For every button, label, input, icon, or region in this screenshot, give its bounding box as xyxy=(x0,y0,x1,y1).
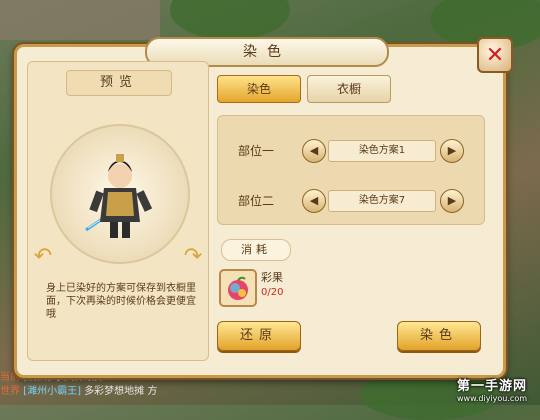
chat-text: 多彩梦想地摊 方 xyxy=(84,386,158,397)
consume-label: 消耗 xyxy=(221,239,291,261)
site-watermark: 第一手游网 www.diyiyou.com xyxy=(450,375,534,403)
part-label: 部位一 xyxy=(238,144,275,158)
chat-channel: 世界 xyxy=(0,386,20,397)
tab-dye[interactable]: 染色 xyxy=(217,75,301,103)
restore-button[interactable]: 还原 xyxy=(217,321,301,351)
item-slot[interactable] xyxy=(219,269,257,307)
part-label: 部位二 xyxy=(238,194,275,208)
fruit-icon xyxy=(228,276,248,300)
scheme-value: 染色方案7 xyxy=(328,190,436,212)
scheme-value: 染色方案1 xyxy=(328,140,436,162)
item-name: 彩果 xyxy=(261,271,283,284)
background-wall xyxy=(0,0,160,40)
rotate-left-icon[interactable]: ↶ xyxy=(32,244,54,270)
triangle-left-icon: ◀ xyxy=(309,194,319,207)
next-scheme-button[interactable]: ▶ xyxy=(440,189,464,213)
dye-button[interactable]: 染色 xyxy=(397,321,481,351)
prev-scheme-button[interactable]: ◀ xyxy=(302,189,326,213)
part-row: 部位一 ◀ 染色方案1 ▶ xyxy=(218,138,484,164)
close-x-icon: ✕ xyxy=(485,42,505,68)
chat-line[interactable]: 世界 [濉州小霸王] 多彩梦想地摊 方 xyxy=(0,382,210,397)
character-preview[interactable] xyxy=(50,124,190,264)
preview-description: 身上已染好的方案可保存到衣橱里面，下次再染的时候价格会更便宜哦 xyxy=(46,283,196,320)
tab-wardrobe[interactable]: 衣橱 xyxy=(307,75,391,103)
dye-dialog: 染色 ✕ 预览 ↶ ↷ 身上已染好的方案可保存到衣橱里面，下次再染的时候价格会更… xyxy=(14,37,513,378)
watermark-url: www.diyiyou.com xyxy=(456,394,528,403)
prev-scheme-button[interactable]: ◀ xyxy=(302,139,326,163)
preview-panel: 预览 ↶ ↷ 身上已染好的方案可保存到衣橱里面，下次再染的时候价格会更便宜哦 xyxy=(27,61,209,361)
item-count: 0/20 xyxy=(261,287,284,298)
background-tree xyxy=(170,0,290,40)
chat-sender[interactable]: [濉州小霸王] xyxy=(23,386,81,397)
parts-panel: 部位一 ◀ 染色方案1 ▶ 部位二 ◀ 染色方案7 ▶ xyxy=(217,115,485,225)
rotate-right-icon[interactable]: ↷ xyxy=(182,244,204,270)
triangle-right-icon: ▶ xyxy=(447,144,457,157)
close-button[interactable]: ✕ xyxy=(477,37,513,73)
triangle-right-icon: ▶ xyxy=(447,194,457,207)
next-scheme-button[interactable]: ▶ xyxy=(440,139,464,163)
preview-title: 预览 xyxy=(66,70,172,96)
character-figure xyxy=(85,154,153,238)
watermark-title: 第一手游网 xyxy=(456,379,527,394)
triangle-left-icon: ◀ xyxy=(309,144,319,157)
part-row: 部位二 ◀ 染色方案7 ▶ xyxy=(218,188,484,214)
